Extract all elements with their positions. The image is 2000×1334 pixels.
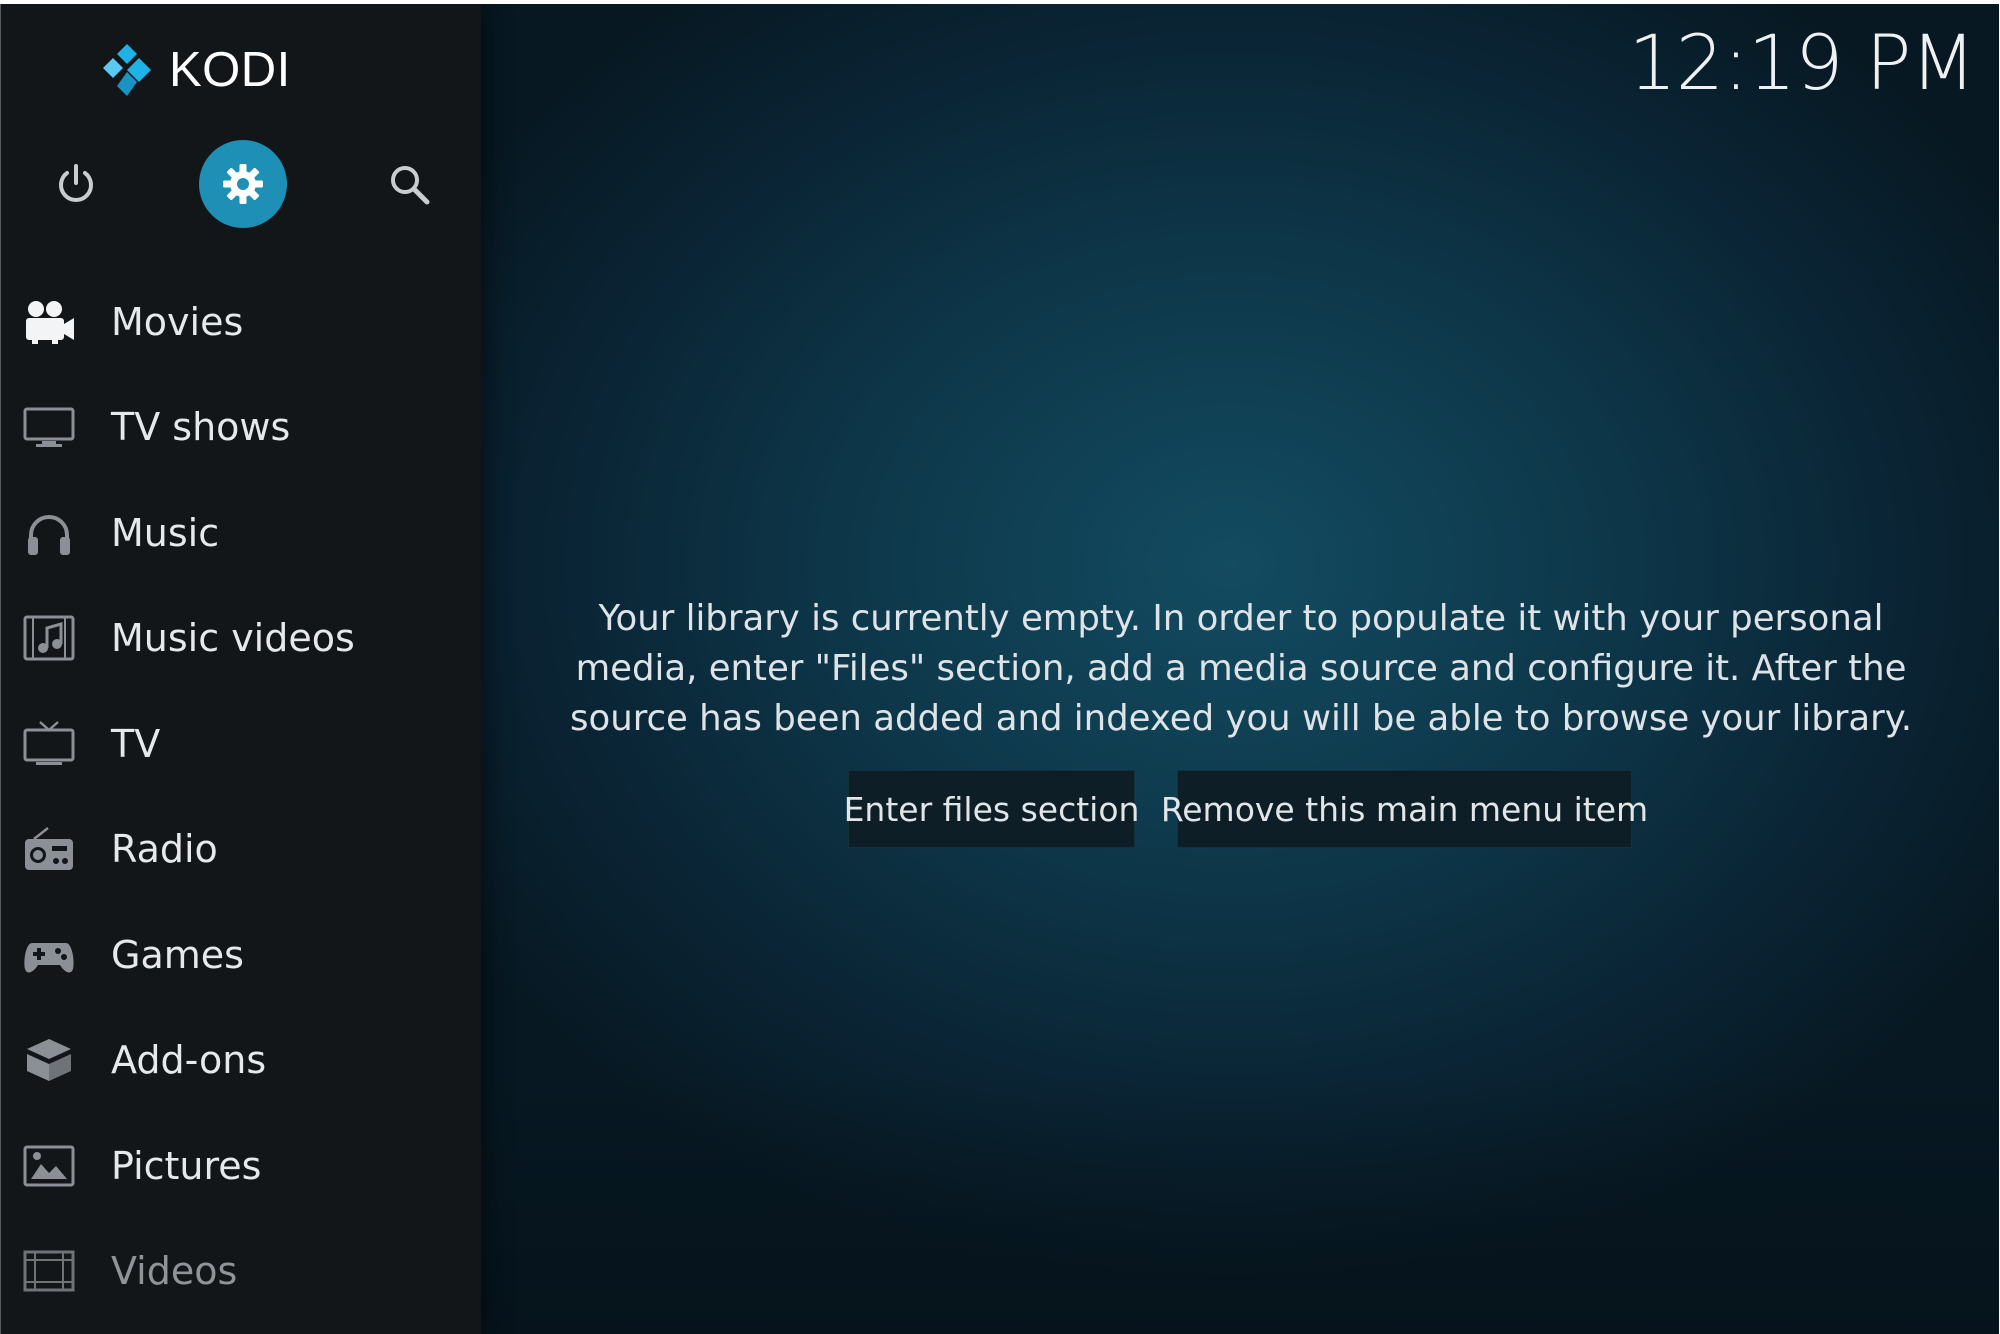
app-name: KODI (169, 43, 291, 97)
sidebar-item-add-ons[interactable]: Add-ons (1, 1008, 481, 1114)
sidebar-item-label: Music videos (111, 616, 355, 661)
tv-icon (21, 719, 77, 769)
gear-icon (223, 164, 263, 204)
monitor-icon (21, 402, 77, 452)
kodi-logo: KODI (99, 40, 291, 100)
sidebar-item-label: Pictures (111, 1143, 262, 1188)
kodi-logo-icon (103, 44, 151, 96)
sidebar-item-label: TV shows (111, 405, 291, 450)
film-strip-icon (21, 1246, 77, 1296)
empty-library-message: Your library is currently empty. In orde… (570, 598, 1912, 739)
kodi-window: KODI Movies TV shows Music Music videos … (0, 4, 1999, 1334)
power-button[interactable] (32, 140, 120, 228)
sidebar: KODI Movies TV shows Music Music videos … (1, 4, 481, 1334)
addons-box-icon (21, 1035, 77, 1085)
sidebar-item-label: Add-ons (111, 1038, 267, 1083)
music-video-icon (21, 613, 77, 663)
sidebar-item-label: TV (111, 721, 161, 766)
picture-icon (21, 1141, 77, 1191)
sidebar-item-label: Videos (111, 1249, 238, 1294)
sidebar-item-radio[interactable]: Radio (1, 797, 481, 903)
sidebar-item-movies[interactable]: Movies (1, 269, 481, 375)
sidebar-item-music-videos[interactable]: Music videos (1, 586, 481, 692)
headphones-icon (21, 508, 77, 558)
sidebar-item-videos[interactable]: Videos (1, 1219, 481, 1325)
search-icon (391, 166, 430, 205)
clock: 12:19 PM (1628, 18, 1976, 107)
sidebar-item-label: Games (111, 932, 244, 977)
sidebar-item-music[interactable]: Music (1, 480, 481, 586)
power-icon (59, 164, 93, 202)
sidebar-item-pictures[interactable]: Pictures (1, 1113, 481, 1219)
remove-menu-item-button[interactable]: Remove this main menu item (1161, 770, 1648, 848)
movie-camera-icon (21, 297, 77, 347)
gamepad-icon (21, 930, 77, 980)
sidebar-item-label: Radio (111, 827, 218, 872)
sidebar-item-label: Movies (111, 299, 244, 344)
main-menu: Movies TV shows Music Music videos TV Ra… (1, 269, 481, 1324)
sidebar-item-tv-shows[interactable]: TV shows (1, 375, 481, 481)
sidebar-item-games[interactable]: Games (1, 902, 481, 1008)
sidebar-item-label: Music (111, 510, 220, 555)
sidebar-item-tv[interactable]: TV (1, 691, 481, 797)
settings-button[interactable] (199, 140, 287, 228)
enter-files-button[interactable]: Enter files section (844, 770, 1139, 848)
search-button[interactable] (365, 140, 453, 228)
radio-icon (21, 824, 77, 874)
